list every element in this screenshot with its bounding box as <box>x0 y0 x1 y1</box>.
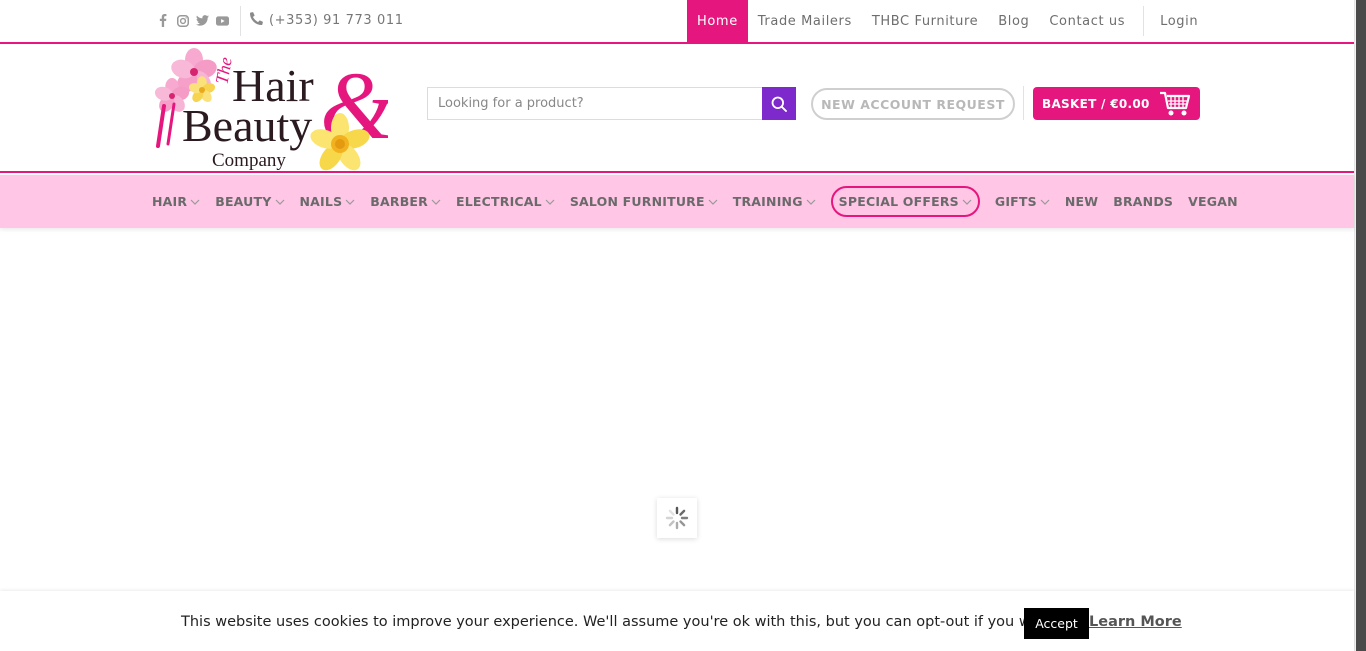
chevron-down-icon <box>708 199 718 205</box>
search-input[interactable] <box>427 87 762 120</box>
topnav-blog[interactable]: Blog <box>988 0 1039 42</box>
chevron-down-icon <box>806 199 816 205</box>
chevron-down-icon <box>190 199 200 205</box>
facebook-icon[interactable] <box>156 13 169 28</box>
loading-spinner <box>657 498 697 538</box>
main-category-navigation: HAIR BEAUTY NAILS BARBER ELECTRICAL SALO… <box>0 175 1354 228</box>
logo-graphic: The Hair Beauty Company & <box>154 48 395 171</box>
login-link[interactable]: Login <box>1152 0 1208 42</box>
nav-nails[interactable]: NAILS <box>300 186 356 217</box>
top-bar: (+353) 91 773 011 Home Trade Mailers THB… <box>0 0 1354 44</box>
nav-vegan[interactable]: VEGAN <box>1188 186 1238 217</box>
header-separator <box>1023 86 1024 120</box>
nav-label: SALON FURNITURE <box>569 194 705 209</box>
nav-gifts[interactable]: GIFTS <box>995 186 1050 217</box>
nav-beauty[interactable]: BEAUTY <box>215 186 284 217</box>
nav-label: BEAUTY <box>215 194 272 209</box>
topnav-trade-mailers[interactable]: Trade Mailers <box>748 0 862 42</box>
svg-text:Beauty: Beauty <box>182 100 312 151</box>
nav-barber[interactable]: BARBER <box>370 186 441 217</box>
site-logo[interactable]: The Hair Beauty Company & <box>152 46 395 172</box>
nav-label: NAILS <box>299 194 343 209</box>
nav-salon-furniture[interactable]: SALON FURNITURE <box>570 186 718 217</box>
topnav-thbc-furniture[interactable]: THBC Furniture <box>862 0 988 42</box>
cookie-accept-button[interactable]: Accept <box>1024 608 1089 639</box>
scrollbar-thumb[interactable] <box>1356 0 1366 651</box>
topnav-home[interactable]: Home <box>687 0 748 42</box>
page-scrollbar[interactable] <box>1354 0 1366 651</box>
nav-label: HAIR <box>152 194 188 209</box>
nav-special-offers[interactable]: SPECIAL OFFERS <box>830 186 980 217</box>
nav-new[interactable]: NEW <box>1065 186 1098 217</box>
social-links <box>156 13 229 28</box>
chevron-down-icon <box>345 199 355 205</box>
cookie-message: This website uses cookies to improve you… <box>181 614 1057 630</box>
phone-number: (+353) 91 773 011 <box>269 13 404 28</box>
product-search <box>427 87 796 120</box>
new-account-request-button[interactable]: NEW ACCOUNT REQUEST <box>811 88 1015 120</box>
nav-label: ELECTRICAL <box>456 194 542 209</box>
search-icon <box>771 96 787 112</box>
search-button[interactable] <box>762 87 796 120</box>
basket-label: BASKET / €0.00 <box>1042 96 1150 111</box>
cookie-learn-more-link[interactable]: Learn More <box>1089 614 1182 630</box>
nav-label: SPECIAL OFFERS <box>838 194 959 209</box>
nav-label: NEW <box>1064 194 1099 209</box>
topbar-divider <box>240 6 241 36</box>
nav-label: VEGAN <box>1188 194 1238 209</box>
site-header: The Hair Beauty Company & NEW ACCOUNT RE… <box>0 44 1354 173</box>
chevron-down-icon <box>275 199 285 205</box>
topnav-contact-us[interactable]: Contact us <box>1039 0 1135 42</box>
phone-icon <box>250 12 263 29</box>
spinner-icon <box>665 506 689 530</box>
shopping-cart-icon <box>1159 90 1191 120</box>
nav-label: BARBER <box>370 194 428 209</box>
nav-training[interactable]: TRAINING <box>733 186 816 217</box>
phone-link[interactable]: (+353) 91 773 011 <box>250 12 404 29</box>
youtube-icon[interactable] <box>216 13 229 28</box>
nav-label: BRANDS <box>1113 194 1174 209</box>
svg-text:Company: Company <box>212 150 286 171</box>
nav-brands[interactable]: BRANDS <box>1113 186 1173 217</box>
chevron-down-icon <box>431 199 441 205</box>
top-navigation: Home Trade Mailers THBC Furniture Blog C… <box>687 0 1208 42</box>
chevron-down-icon <box>545 199 555 205</box>
nav-hair[interactable]: HAIR <box>152 186 200 217</box>
nav-label: TRAINING <box>732 194 803 209</box>
chevron-down-icon <box>1040 199 1050 205</box>
nav-electrical[interactable]: ELECTRICAL <box>456 186 555 217</box>
topnav-separator <box>1143 6 1145 36</box>
chevron-down-icon <box>962 199 972 205</box>
basket-button[interactable]: BASKET / €0.00 <box>1033 87 1200 120</box>
cookie-consent-bar: This website uses cookies to improve you… <box>0 591 1354 651</box>
twitter-icon[interactable] <box>196 13 209 28</box>
nav-label: GIFTS <box>994 194 1037 209</box>
instagram-icon[interactable] <box>176 13 189 28</box>
